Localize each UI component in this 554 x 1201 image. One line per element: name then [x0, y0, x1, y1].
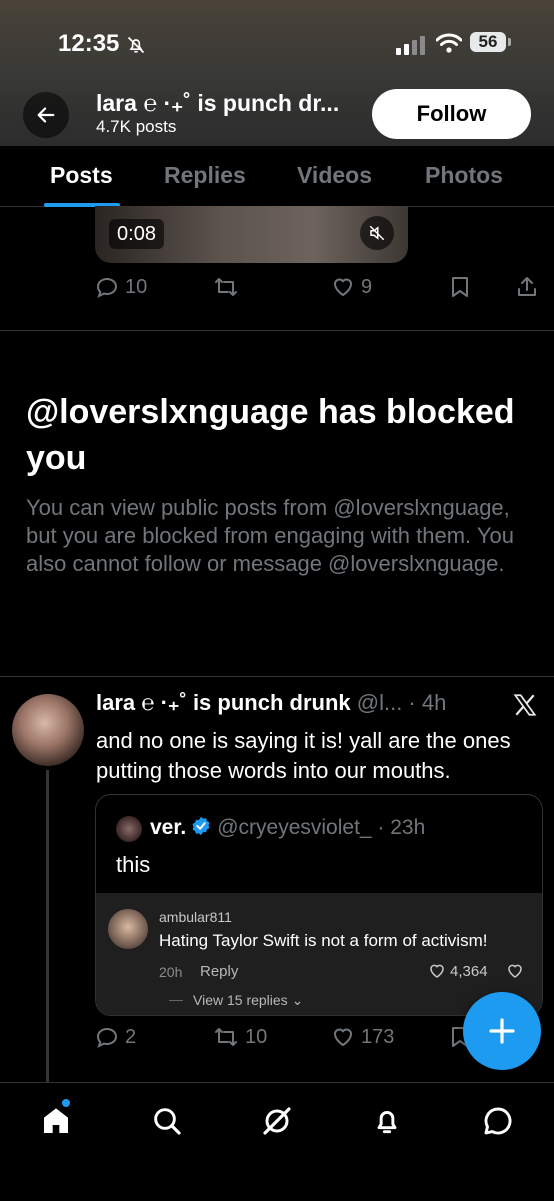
repost-button[interactable]	[213, 275, 239, 299]
x-logo-icon	[512, 692, 538, 723]
embedded-comment: ambular811 Hating Taylor Swift is not a …	[96, 893, 542, 1015]
blocked-title: @loverslxnguage has blocked you	[26, 393, 515, 477]
quote-avatar	[116, 816, 142, 842]
reply-count: 2	[125, 1025, 137, 1048]
wifi-icon	[435, 32, 463, 61]
nav-home[interactable]	[38, 1103, 74, 1139]
post-actions: 10 9	[95, 275, 545, 305]
avatar[interactable]	[12, 694, 84, 766]
chevron-down-icon: ⌄	[291, 992, 304, 1008]
battery-tip	[508, 38, 511, 46]
bookmark-button[interactable]	[449, 275, 471, 299]
back-arrow-icon	[37, 107, 55, 123]
home-icon	[44, 1108, 68, 1133]
like-count: 173	[361, 1025, 395, 1048]
nav-search[interactable]	[149, 1103, 185, 1139]
view-replies-line	[169, 1000, 183, 1001]
commenter-avatar	[108, 909, 148, 949]
bell-slash-icon	[126, 34, 146, 62]
quote-handle-time: @cryeyesviolet_ · 23h	[217, 816, 426, 839]
status-bar: 12:35 56	[0, 26, 554, 60]
share-icon	[518, 277, 536, 296]
mute-button[interactable]	[360, 216, 394, 250]
dislike-icon	[506, 962, 524, 985]
commenter-username: ambular811	[159, 909, 232, 925]
reply-icon	[96, 277, 118, 298]
tab-replies[interactable]: Replies	[164, 162, 246, 189]
video-duration: 0:08	[109, 219, 164, 249]
comment-time: 20h	[159, 964, 183, 980]
divider	[0, 676, 554, 677]
reply-count: 10	[125, 275, 148, 298]
quote-author-name: ver.	[150, 816, 187, 839]
compose-icon	[489, 1018, 515, 1044]
compose-button[interactable]	[463, 992, 541, 1070]
battery-level: 56	[470, 32, 506, 52]
profile-header: 12:35 56 lara ℮ ·₊˚ is punch dr... 4.7K …	[0, 0, 554, 146]
comment-like-count: 4,364	[450, 962, 488, 980]
blocked-message: You can view public posts from @loverslx…	[26, 495, 514, 576]
quote-header: ver. @cryeyesviolet_ · 23h	[150, 815, 425, 840]
post-count: 4.7K posts	[96, 117, 177, 136]
repost-button[interactable]: 10	[213, 1025, 267, 1049]
author-handle-time: @l... · 4h	[356, 690, 447, 715]
nav-grok[interactable]	[259, 1103, 295, 1139]
post-text: and no one is saying it is! yall are the…	[96, 728, 511, 783]
follow-button[interactable]: Follow	[372, 89, 531, 139]
heart-icon	[333, 1028, 353, 1047]
reply-button[interactable]: 10	[95, 275, 147, 299]
view-replies-label: View 15 replies	[193, 992, 288, 1008]
thread-line	[46, 770, 49, 1082]
comment-reply-label: Reply	[200, 963, 239, 980]
tab-videos[interactable]: Videos	[297, 162, 372, 189]
like-button[interactable]: 173	[331, 1025, 394, 1049]
reply-button[interactable]: 2	[95, 1025, 136, 1049]
quoted-post[interactable]: ver. @cryeyesviolet_ · 23h this ambular81…	[95, 794, 543, 1016]
share-button[interactable]	[515, 275, 539, 299]
home-notification-dot	[62, 1099, 70, 1107]
tab-photos[interactable]: Photos	[425, 162, 503, 189]
reply-icon	[96, 1027, 118, 1048]
like-count: 9	[361, 275, 373, 298]
divider	[0, 330, 554, 331]
search-icon	[154, 1108, 181, 1135]
notifications-icon	[377, 1111, 397, 1134]
post-header: lara ℮ ·₊˚ is punch drunk @l... · 4h	[96, 690, 446, 716]
repost-icon	[215, 278, 237, 296]
profile-name: lara ℮ ·₊˚ is punch dr...	[96, 90, 340, 116]
author-name[interactable]: lara ℮ ·₊˚ is punch drunk	[96, 690, 351, 715]
back-button[interactable]	[23, 92, 69, 138]
heart-icon	[430, 964, 444, 978]
status-time: 12:35	[58, 30, 120, 57]
bookmark-icon	[452, 277, 468, 297]
bottom-navigation	[0, 1082, 554, 1201]
nav-notifications[interactable]	[369, 1103, 405, 1139]
like-button[interactable]: 9	[331, 275, 372, 299]
messages-icon	[484, 1107, 512, 1135]
quote-text: this	[116, 852, 151, 877]
grok-icon	[263, 1107, 291, 1135]
repost-icon	[215, 1028, 237, 1046]
comment-text: Hating Taylor Swift is not a form of act…	[159, 931, 488, 950]
repost-count: 10	[245, 1025, 268, 1048]
heart-icon	[333, 278, 353, 297]
nav-messages[interactable]	[480, 1103, 516, 1139]
cellular-signal-icon	[396, 34, 426, 55]
comment-likes: 4,364	[428, 962, 488, 980]
profile-tabs: Posts Replies Videos Photos	[0, 146, 554, 207]
view-replies: View 15 replies ⌄	[193, 992, 303, 1009]
tab-posts[interactable]: Posts	[50, 162, 113, 189]
verified-icon	[192, 816, 210, 836]
mute-icon	[369, 225, 385, 241]
